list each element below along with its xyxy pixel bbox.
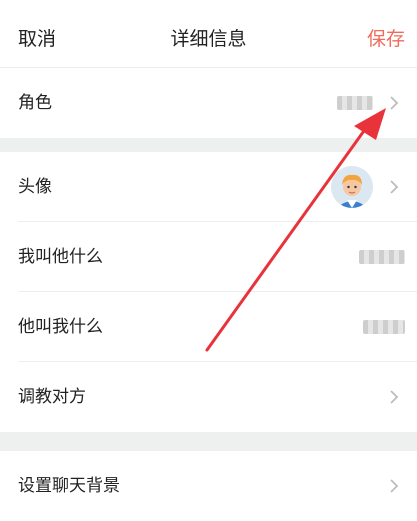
chevron-right-icon (390, 96, 399, 110)
chat-background-section: 设置聊天背景 (0, 451, 417, 521)
avatar-row[interactable]: 头像 (0, 152, 417, 222)
role-label: 角色 (18, 93, 52, 113)
role-row[interactable]: 角色 (0, 68, 417, 138)
avatar-label: 头像 (18, 177, 52, 197)
top-bar: 取消 详细信息 保存 (0, 0, 417, 68)
what-i-call-them-label: 我叫他什么 (18, 247, 103, 267)
avatar (331, 166, 373, 208)
chat-background-label: 设置聊天背景 (18, 476, 120, 496)
boy-avatar-icon (331, 166, 373, 208)
role-section: 角色 (0, 68, 417, 138)
save-button[interactable]: 保存 (367, 26, 405, 52)
what-they-call-me-label: 他叫我什么 (18, 317, 103, 337)
chevron-right-icon (390, 390, 399, 404)
what-they-call-me-value-blurred (363, 320, 405, 334)
train-row[interactable]: 调教对方 (0, 362, 417, 432)
page-title: 详细信息 (170, 28, 247, 50)
profile-section: 头像 我叫他什么 他叫我什么 调教对方 (0, 152, 417, 432)
chat-background-row[interactable]: 设置聊天背景 (0, 451, 417, 521)
train-label: 调教对方 (18, 387, 86, 407)
what-they-call-me-row[interactable]: 他叫我什么 (0, 292, 417, 362)
what-i-call-them-value-blurred (359, 250, 405, 264)
role-value-blurred (337, 96, 373, 110)
chevron-right-icon (390, 479, 399, 493)
what-i-call-them-row[interactable]: 我叫他什么 (0, 222, 417, 292)
chevron-right-icon (390, 180, 399, 194)
